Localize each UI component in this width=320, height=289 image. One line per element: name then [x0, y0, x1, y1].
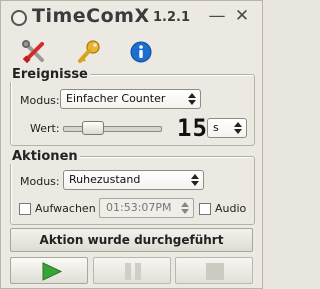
app-version: 1.2.1: [153, 10, 191, 25]
unit-value: s: [213, 121, 219, 134]
time-value: 01:53:07PM: [106, 201, 172, 214]
events-mode-value: Einfacher Counter: [66, 92, 166, 105]
spin-arrows-icon: [181, 202, 189, 214]
tools-icon[interactable]: [21, 39, 47, 65]
audio-label: Audio: [215, 202, 247, 215]
info-icon[interactable]: [128, 39, 154, 65]
actions-mode-value: Ruhezustand: [69, 173, 141, 186]
spin-arrows-icon: [191, 174, 199, 186]
value-slider[interactable]: [63, 126, 162, 132]
events-mode-label: Modus:: [20, 94, 60, 107]
value-label: Wert:: [30, 122, 60, 135]
app-circle-icon: [11, 10, 27, 26]
wake-label: Aufwachen: [35, 202, 96, 215]
close-button[interactable]: ✕: [231, 5, 253, 27]
time-field[interactable]: 01:53:07PM: [99, 198, 194, 218]
minimize-button[interactable]: —: [206, 5, 228, 27]
key-icon[interactable]: [76, 39, 102, 65]
pause-button[interactable]: [93, 257, 171, 284]
events-title: Ereignisse: [10, 67, 90, 82]
pause-icon: [125, 263, 141, 280]
wake-checkbox[interactable]: [19, 203, 31, 215]
audio-checkbox[interactable]: [199, 203, 211, 215]
title-bar: TimeComX 1.2.1 — ✕: [1, 1, 262, 35]
events-mode-select[interactable]: Einfacher Counter: [60, 89, 201, 109]
app-window: TimeComX 1.2.1 — ✕ Ereignisse Modus: Ein…: [0, 0, 263, 289]
value-display: 15: [177, 114, 208, 142]
spin-arrows-icon: [234, 122, 242, 134]
app-title: TimeComX: [32, 5, 150, 27]
play-icon: [42, 262, 63, 281]
value-slider-thumb[interactable]: [82, 121, 105, 135]
play-button[interactable]: [10, 257, 88, 284]
actions-mode-select[interactable]: Ruhezustand: [63, 170, 204, 190]
unit-select[interactable]: s: [207, 118, 247, 138]
stop-icon: [206, 263, 224, 280]
stop-button[interactable]: [175, 257, 253, 284]
spin-arrows-icon: [188, 93, 196, 105]
status-bar: Aktion wurde durchgeführt: [10, 228, 253, 252]
actions-title: Aktionen: [10, 149, 80, 164]
actions-mode-label: Modus:: [20, 175, 60, 188]
